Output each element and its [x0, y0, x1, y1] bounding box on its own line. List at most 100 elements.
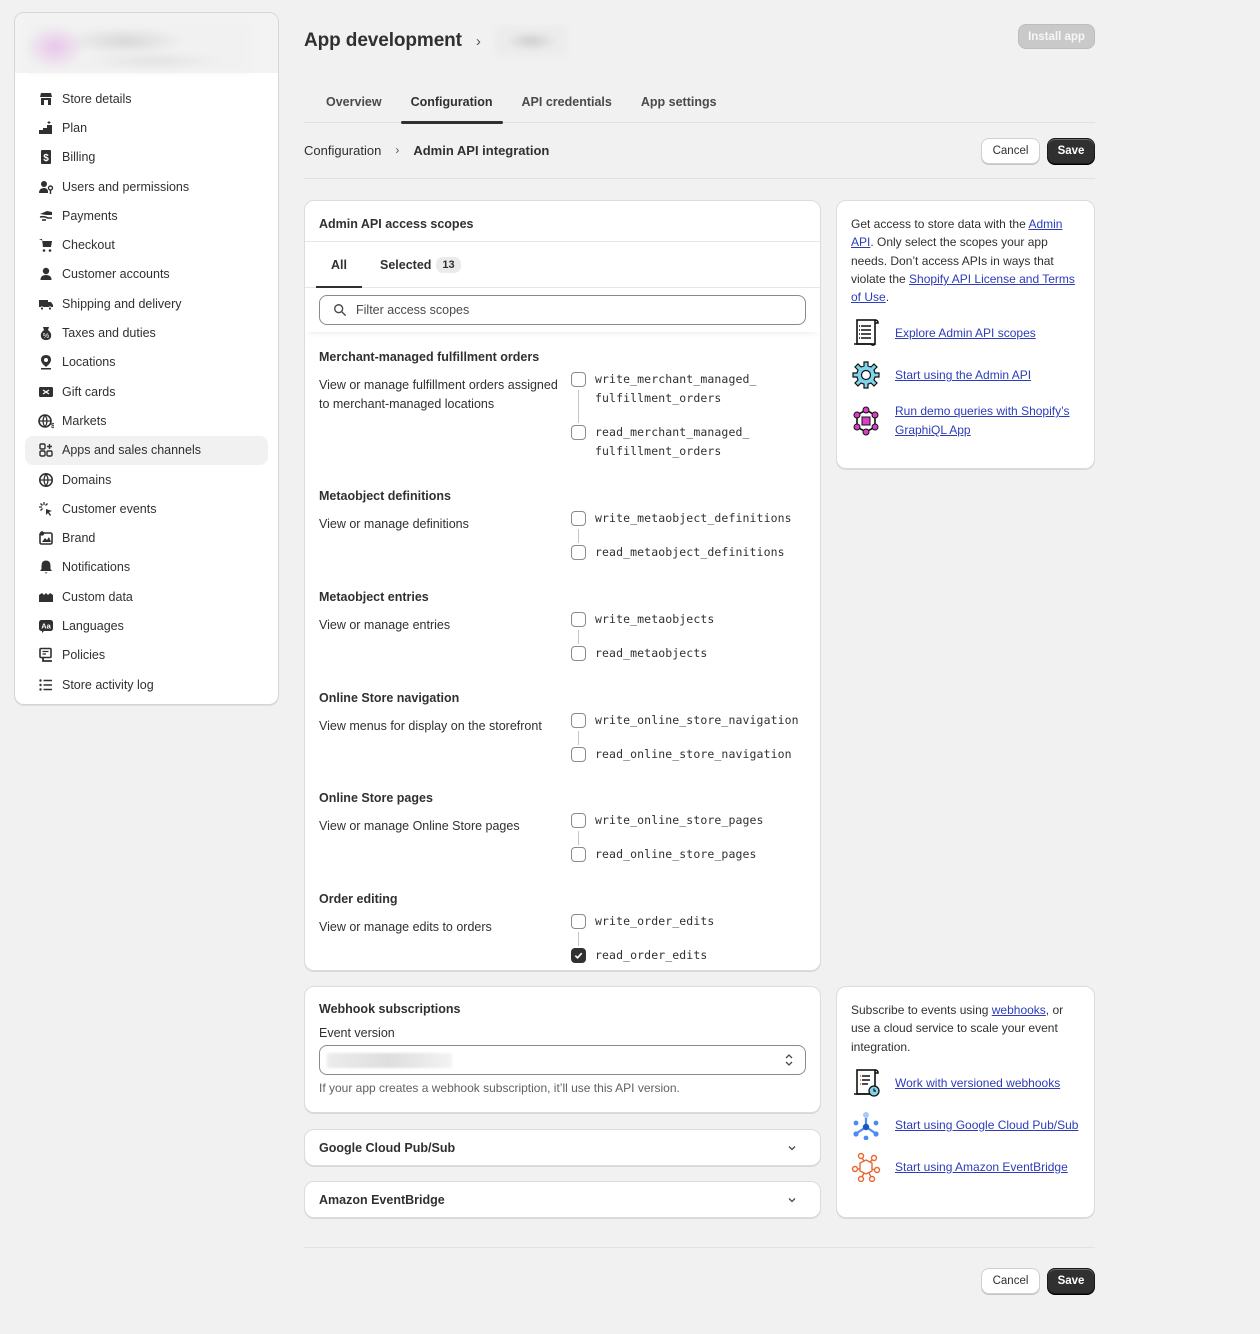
scope-checkbox[interactable]	[571, 713, 586, 728]
event-version-value-redacted	[327, 1053, 452, 1068]
sidebar-item-payments[interactable]: Payments	[25, 201, 268, 230]
gift-card-icon	[38, 384, 54, 400]
tab-overview[interactable]: Overview	[316, 86, 392, 123]
save-button[interactable]: Save	[1047, 138, 1095, 164]
scope-option[interactable]: read_merchant_managed_ fulfillment_order…	[571, 425, 811, 461]
scope-option[interactable]: read_online_store_pages	[571, 847, 811, 864]
event-version-select[interactable]	[319, 1045, 806, 1075]
resource-link[interactable]: Start using the Admin API	[895, 366, 1031, 384]
sidebar-item-languages[interactable]: Aa Languages	[25, 611, 268, 640]
resource-link[interactable]: Start using Google Cloud Pub/Sub	[895, 1116, 1078, 1134]
scope-option[interactable]: write_online_store_pages	[571, 813, 811, 830]
scope-option[interactable]: write_online_store_navigation	[571, 713, 811, 730]
sidebar-item-customer-accounts[interactable]: Customer accounts	[25, 260, 268, 289]
location-icon	[38, 354, 54, 370]
sidebar-item-customer-events[interactable]: Customer events	[25, 494, 268, 523]
filter-field[interactable]	[319, 295, 806, 325]
sidebar-item-shipping-and-delivery[interactable]: Shipping and delivery	[25, 289, 268, 318]
scope-name: write_online_store_navigation	[595, 713, 799, 727]
resource-link[interactable]: Run demo queries with Shopify’s GraphiQL…	[895, 402, 1080, 439]
sidebar-item-label: Policies	[62, 648, 106, 663]
cancel-button[interactable]: Cancel	[981, 1268, 1040, 1294]
sidebar-item-store-activity-log[interactable]: Store activity log	[25, 670, 268, 699]
sidebar-item-taxes-and-duties[interactable]: % Taxes and duties	[25, 318, 268, 347]
scope-connector-line	[578, 731, 579, 745]
resource-link[interactable]: Explore Admin API scopes	[895, 324, 1036, 342]
scope-group-description: View or manage entries	[319, 618, 451, 632]
scope-checkbox[interactable]	[571, 813, 586, 828]
sidebar-item-label: Notifications	[62, 560, 131, 575]
scope-option[interactable]: read_metaobjects	[571, 646, 811, 663]
resource-link[interactable]: Work with versioned webhooks	[895, 1074, 1060, 1092]
webhook-info-text: Subscribe to events using webhooks, or u…	[851, 1003, 1064, 1054]
list-icon	[38, 677, 54, 693]
save-button[interactable]: Save	[1047, 1268, 1095, 1294]
scope-option[interactable]: write_metaobjects	[571, 612, 811, 629]
tab-api-credentials[interactable]: API credentials	[512, 86, 622, 123]
scope-option[interactable]: write_merchant_managed_ fulfillment_orde…	[571, 372, 811, 408]
store-header[interactable]	[15, 13, 278, 73]
sidebar-item-label: Custom data	[62, 589, 133, 604]
tab-app-settings[interactable]: App settings	[631, 86, 727, 123]
scope-name: read_metaobjects	[595, 646, 708, 660]
scope-option[interactable]: read_order_edits	[571, 948, 811, 965]
cancel-button[interactable]: Cancel	[981, 138, 1040, 164]
tab-all-scopes[interactable]: All	[316, 242, 362, 289]
sidebar-item-label: Customer events	[62, 501, 157, 516]
scope-checkbox[interactable]	[571, 747, 586, 762]
scope-checkbox[interactable]	[571, 646, 586, 661]
scope-option[interactable]: write_order_edits	[571, 914, 811, 931]
google-pubsub-accordion[interactable]: Google Cloud Pub/Sub	[304, 1129, 821, 1166]
custom-data-icon	[38, 589, 54, 605]
chevron-down-icon	[788, 1145, 796, 1150]
scope-checkbox[interactable]	[571, 914, 586, 929]
plan-icon	[38, 120, 54, 136]
webhooks-link[interactable]: webhooks	[992, 1003, 1046, 1017]
tab-selected-scopes[interactable]: Selected 13	[365, 242, 476, 288]
scope-checkbox[interactable]	[571, 372, 586, 387]
sidebar-item-checkout[interactable]: Checkout	[25, 230, 268, 259]
sidebar-item-label: Checkout	[62, 238, 115, 253]
sidebar-item-apps-and-sales-channels[interactable]: Apps and sales channels	[25, 435, 268, 465]
scope-checkbox[interactable]	[571, 612, 586, 627]
sidebar-item-store-details[interactable]: Store details	[25, 84, 268, 113]
sidebar-item-users-and-permissions[interactable]: Users and permissions	[25, 172, 268, 201]
scope-option[interactable]: write_metaobject_definitions	[571, 511, 811, 528]
sidebar-item-notifications[interactable]: Notifications	[25, 553, 268, 582]
bell-icon	[38, 559, 54, 575]
filter-scopes-input[interactable]	[356, 303, 756, 317]
search-icon	[334, 304, 346, 316]
scope-name: write_metaobjects	[595, 612, 715, 626]
scroll-clock-icon	[851, 1068, 881, 1098]
sidebar-item-billing[interactable]: $ Billing	[25, 143, 268, 172]
store-name-redacted	[25, 21, 250, 73]
scope-option[interactable]: read_online_store_navigation	[571, 747, 811, 764]
install-app-button[interactable]: Install app	[1018, 24, 1095, 49]
tab-configuration[interactable]: Configuration	[400, 86, 503, 124]
amazon-eventbridge-accordion[interactable]: Amazon EventBridge	[304, 1181, 821, 1218]
tax-icon: %	[38, 325, 54, 341]
scope-group: Order editing View or manage edits to ord…	[319, 892, 809, 963]
sidebar-item-policies[interactable]: Policies	[25, 641, 268, 670]
resource-item: Run demo queries with Shopify’s GraphiQL…	[851, 402, 1080, 439]
sidebar-item-gift-cards[interactable]: Gift cards	[25, 377, 268, 406]
sidebar-item-label: Store details	[62, 91, 132, 106]
sidebar-item-locations[interactable]: Locations	[25, 348, 268, 377]
scope-checkbox[interactable]	[571, 545, 586, 560]
scope-checkbox[interactable]	[571, 847, 586, 862]
scope-name: write_metaobject_definitions	[595, 511, 792, 525]
breadcrumb-parent[interactable]: Configuration	[304, 143, 381, 158]
resource-link[interactable]: Start using Amazon EventBridge	[895, 1158, 1068, 1176]
sidebar-item-brand[interactable]: Brand	[25, 523, 268, 552]
page-title[interactable]: App development	[304, 30, 462, 52]
sidebar-item-custom-data[interactable]: Custom data	[25, 582, 268, 611]
scope-option[interactable]: read_metaobject_definitions	[571, 545, 811, 562]
resource-item: Start using Amazon EventBridge	[851, 1152, 1080, 1183]
sidebar-item-domains[interactable]: Domains	[25, 465, 268, 494]
sidebar-item-plan[interactable]: Plan	[25, 113, 268, 142]
sidebar-item-markets[interactable]: $ Markets	[25, 406, 268, 435]
scope-checkbox[interactable]	[571, 948, 586, 963]
scope-checkbox[interactable]	[571, 511, 586, 526]
brand-icon	[38, 530, 54, 546]
scope-checkbox[interactable]	[571, 425, 586, 440]
